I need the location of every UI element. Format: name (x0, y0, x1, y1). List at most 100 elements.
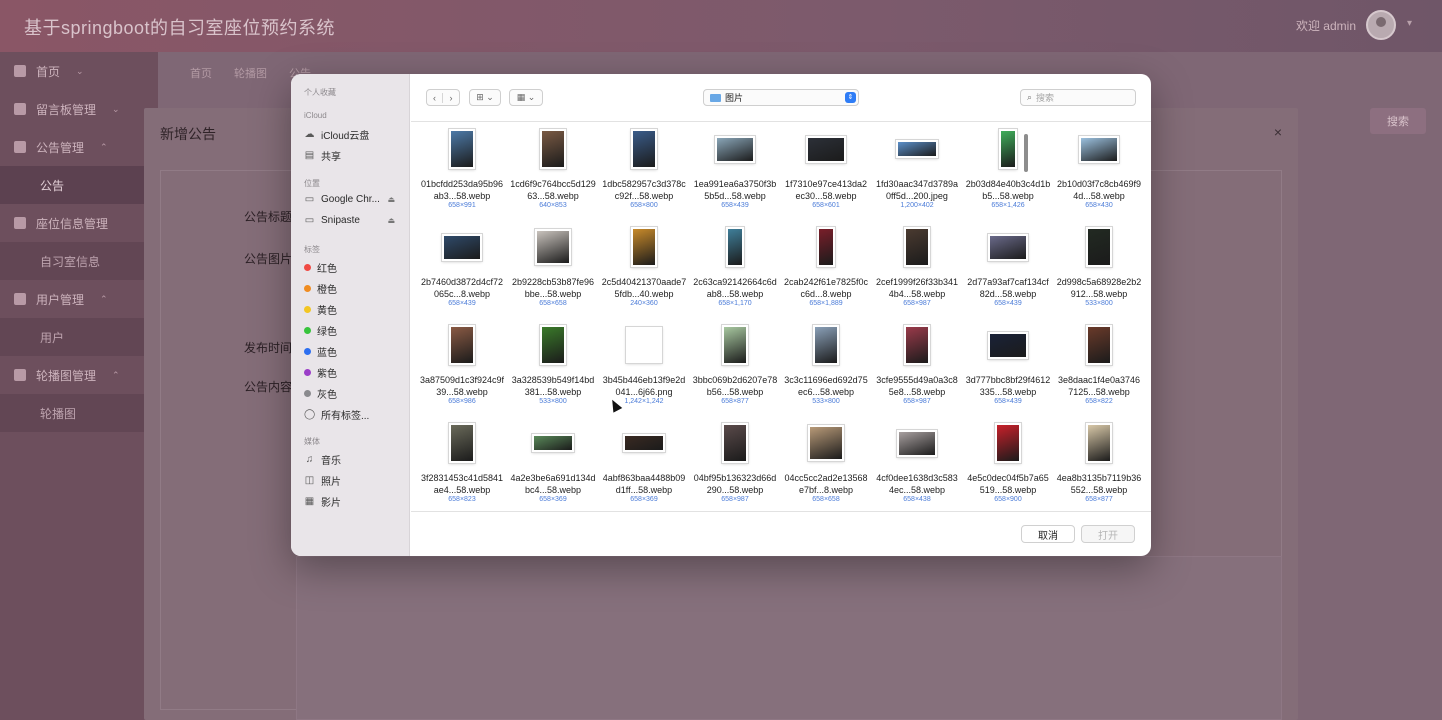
file-item[interactable]: 4a2e3be6a691d134dbc4...58.webp 658×369 (510, 418, 596, 511)
file-dimensions: 658×987 (721, 496, 749, 503)
eject-icon[interactable]: ⏏ (387, 195, 395, 204)
search-field[interactable]: ⌕ 搜索 (1020, 89, 1136, 106)
tab-carousel[interactable]: 轮播图 (234, 65, 267, 81)
file-item[interactable]: 1cd6f9c764bcc5d12963...58.webp 640×853 (510, 124, 596, 220)
file-dimensions: 658×430 (1085, 202, 1113, 209)
file-item[interactable]: 4cf0dee1638d3c5834ec...58.webp 658×438 (874, 418, 960, 511)
file-dimensions: 658×438 (903, 496, 931, 503)
sidebar-item-notice[interactable]: 公告 (0, 166, 158, 204)
file-thumbnail (1086, 325, 1112, 365)
sidebar-item-study-room[interactable]: 自习室信息 (0, 242, 158, 280)
sidebar-item-user[interactable]: 用户 (0, 318, 158, 356)
tab-home[interactable]: 首页 (190, 65, 212, 81)
file-thumbnail (715, 135, 755, 163)
content-editor[interactable] (296, 556, 1282, 720)
file-dimensions: 658×877 (721, 398, 749, 405)
sidebar-item-photos[interactable]: ◫ 照片 (304, 473, 341, 488)
search-button[interactable]: 搜索 (1370, 108, 1426, 134)
sidebar-item-snipaste[interactable]: ▭ Snipaste (304, 215, 360, 226)
file-item[interactable]: 3cfe9555d49a0a3c85e8...58.webp 658×987 (874, 320, 960, 416)
file-item[interactable]: 2b9228cb53b87fe96bbe...58.webp 658×658 (510, 222, 596, 318)
file-item[interactable]: 04bf95b136323d66d290...58.webp 658×987 (692, 418, 778, 511)
file-picker-dialog: 个人收藏 iCloud ☁ iCloud云盘 ▤ 共享 位置 ▭ Google Chr… (291, 74, 1151, 556)
file-item[interactable]: 2c63ca92142664c6dab8...58.webp 658×1,170 (692, 222, 778, 318)
scrollbar[interactable] (1024, 134, 1028, 172)
sidebar-item-notice-management[interactable]: 公告管理 ⌃ (0, 128, 158, 166)
sidebar-item-seat-management[interactable]: 座位信息管理 (0, 204, 158, 242)
file-item[interactable]: 2cab242f61e7825f0cc6d...8.webp 658×1,889 (783, 222, 869, 318)
file-item[interactable]: 1ea991ea6a3750f3b5b5d...58.webp 658×439 (692, 124, 778, 220)
sidebar-item-movies[interactable]: ▦ 影片 (304, 494, 341, 509)
group-button[interactable]: ▦ ⌄ (509, 89, 543, 106)
file-thumbnail (631, 129, 657, 169)
app-header: 基于springboot的自习室座位预约系统 欢迎 admin ▾ (0, 0, 1442, 52)
file-item[interactable]: 3a328539b549f14bd381...58.webp 533×800 (510, 320, 596, 416)
sidebar-item-icloud-drive[interactable]: ☁ iCloud云盘 (304, 127, 370, 142)
file-item[interactable]: 3f2831453c41d5841ae4...58.webp 658×823 (419, 418, 505, 511)
file-item[interactable]: 1f7310e97ce413da2ec30...58.webp 658×601 (783, 124, 869, 220)
view-mode-button[interactable]: ⊞ ⌄ (469, 89, 501, 106)
file-dimensions: 658×987 (903, 300, 931, 307)
file-item[interactable]: 3bbc069b2d6207e78b56...58.webp 658×877 (692, 320, 778, 416)
file-item[interactable]: 2b7460d3872d4cf72065c...8.webp 658×439 (419, 222, 505, 318)
sidebar-tag-item[interactable]: 黄色 (304, 302, 337, 317)
file-item[interactable]: 3a87509d1c3f924c9f39...58.webp 658×986 (419, 320, 505, 416)
file-item[interactable]: 2c5d40421370aade75fdb...40.webp 240×360 (601, 222, 687, 318)
cancel-button[interactable]: 取消 (1021, 525, 1075, 543)
sidebar-item-user-management[interactable]: 用户管理 ⌃ (0, 280, 158, 318)
file-grid: 01bcfdd253da95b96ab3...58.webp 658×991 1cd… (411, 122, 1151, 511)
file-item[interactable]: 2cef1999f26f33b3414b4...58.webp 658×987 (874, 222, 960, 318)
file-name: 2b10d03f7c8cb469f94d...58.webp (1056, 179, 1142, 201)
sidebar-tag-item[interactable]: 紫色 (304, 365, 337, 380)
tag-color-dot (304, 264, 311, 271)
file-item[interactable]: 4e5c0dec04f5b7a65519...58.webp 658×900 (965, 418, 1051, 511)
file-item[interactable]: 2d998c5a68928e2b2912...58.webp 533×800 (1056, 222, 1142, 318)
sidebar-tag-item[interactable]: 绿色 (304, 323, 337, 338)
chevron-down-icon[interactable]: ▾ (1407, 18, 1412, 29)
file-item[interactable]: 3c3c11696ed692d75ec6...58.webp 533×800 (783, 320, 869, 416)
file-item[interactable]: 3d777bbc8bf29f4612335...58.webp 658×439 (965, 320, 1051, 416)
sidebar-item-shared[interactable]: ▤ 共享 (304, 148, 341, 163)
file-item[interactable]: 1fd30aac347d3789a0ff5d...200.jpeg 1,200×4… (874, 124, 960, 220)
close-icon[interactable]: × (1274, 124, 1282, 140)
user-greeting[interactable]: 欢迎 admin (1296, 17, 1356, 34)
file-dimensions: 658×900 (994, 496, 1022, 503)
sidebar-item-carousel[interactable]: 轮播图 (0, 394, 158, 432)
file-thumbnail (540, 129, 566, 169)
file-item[interactable]: 3e8daac1f4e0a37467125...58.webp 658×822 (1056, 320, 1142, 416)
file-item[interactable]: 1dbc582957c3d378cc92f...58.webp 658×800 (601, 124, 687, 220)
tag-color-dot (304, 285, 311, 292)
sidebar-tag-item[interactable]: 灰色 (304, 386, 337, 401)
file-item[interactable]: 2b10d03f7c8cb469f94d...58.webp 658×430 (1056, 124, 1142, 220)
picker-toolbar: ‹ › ⊞ ⌄ ▦ ⌄ 图片 ⇕ ⌕ 搜索 (411, 74, 1151, 122)
file-thumbnail (442, 233, 482, 261)
sidebar-tag-item[interactable]: 橙色 (304, 281, 337, 296)
file-item[interactable]: 2b03d84e40b3c4d1bb5...58.webp 658×1,426 (965, 124, 1051, 220)
file-thumbnail (631, 227, 657, 267)
file-item[interactable]: 2d77a93af7caf134cf82d...58.webp 658×439 (965, 222, 1051, 318)
file-dimensions: 658×877 (1085, 496, 1113, 503)
file-item[interactable]: 4ea8b3135b7119b36552...58.webp 658×877 (1056, 418, 1142, 511)
back-icon[interactable]: ‹ (427, 92, 443, 103)
open-button[interactable]: 打开 (1081, 525, 1135, 543)
sidebar-item-all-tags[interactable]: ◯ 所有标签... (304, 407, 369, 422)
disk-icon: ▭ (304, 215, 315, 226)
file-item[interactable]: 04cc5cc2ad2e13568e7bf...8.webp 658×658 (783, 418, 869, 511)
field-label-publish-time: 发布时间 (244, 341, 293, 355)
field-label-content: 公告内容 (244, 380, 293, 394)
avatar[interactable] (1366, 10, 1396, 40)
file-item[interactable]: 01bcfdd253da95b96ab3...58.webp 658×991 (419, 124, 505, 220)
sidebar-item-google-chrome[interactable]: ▭ Google Chr... (304, 194, 380, 205)
sidebar-item-message-board[interactable]: 留言板管理 ⌄ (0, 90, 158, 128)
tag-color-dot (304, 306, 311, 313)
sidebar-tag-item[interactable]: 蓝色 (304, 344, 337, 359)
sidebar-item-home[interactable]: 首页 ⌄ (0, 52, 158, 90)
folder-selector[interactable]: 图片 ⇕ (703, 89, 859, 106)
file-item[interactable]: 4abf863baa4488b09d1ff...58.webp 658×369 (601, 418, 687, 511)
sidebar-item-carousel-management[interactable]: 轮播图管理 ⌃ (0, 356, 158, 394)
sidebar-item-music[interactable]: ♫ 音乐 (304, 452, 341, 467)
file-name: 2d998c5a68928e2b2912...58.webp (1056, 277, 1142, 299)
sidebar-tag-item[interactable]: 红色 (304, 260, 337, 275)
eject-icon[interactable]: ⏏ (387, 216, 395, 225)
forward-icon[interactable]: › (443, 93, 459, 103)
